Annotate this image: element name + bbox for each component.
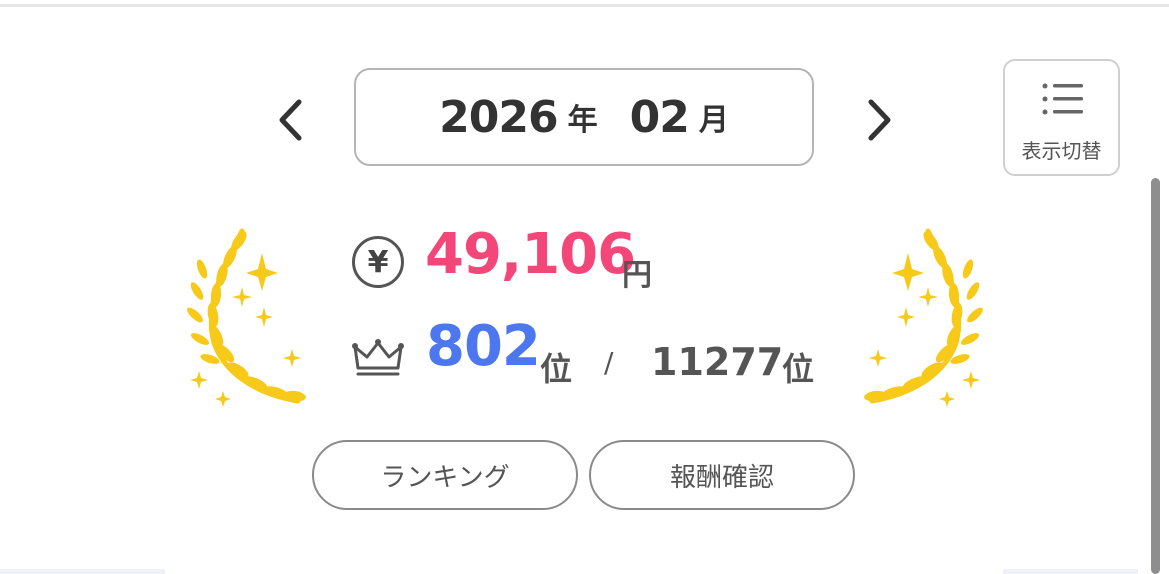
rank-separator: / xyxy=(604,346,614,379)
ranking-button[interactable]: ランキング xyxy=(312,440,578,510)
rank-unit: 位 xyxy=(540,350,573,388)
year-value: 2026 xyxy=(439,91,558,143)
month-selector[interactable]: 2026 年 02 月 xyxy=(354,68,814,166)
chevron-left-icon xyxy=(279,99,302,141)
reward-unit: 円 xyxy=(622,258,652,293)
rank-total-unit: 位 xyxy=(782,350,815,388)
view-toggle-label: 表示切替 xyxy=(1021,139,1102,163)
crown-icon xyxy=(352,339,404,376)
list-icon xyxy=(1042,83,1083,115)
yen-icon: ¥ xyxy=(352,236,404,288)
next-month-button[interactable] xyxy=(858,95,898,145)
month-unit: 月 xyxy=(698,103,729,138)
rank-position: 802 xyxy=(426,314,541,379)
laurel-right-icon xyxy=(864,228,983,407)
rank-total: 11277 xyxy=(651,340,784,384)
top-divider xyxy=(0,4,1169,7)
scrollbar-thumb[interactable] xyxy=(1151,178,1160,574)
bottom-edge-right xyxy=(1003,569,1138,574)
year-unit: 年 xyxy=(567,103,598,138)
bottom-edge-left xyxy=(0,569,165,574)
chevron-right-icon xyxy=(868,99,891,141)
reward-amount: 49,106 xyxy=(425,222,636,287)
previous-month-button[interactable] xyxy=(272,95,312,145)
reward-confirm-button[interactable]: 報酬確認 xyxy=(589,440,855,510)
month-value: 02 xyxy=(629,91,690,143)
view-toggle-button[interactable]: 表示切替 xyxy=(1003,59,1120,176)
laurel-left-icon xyxy=(187,228,306,407)
